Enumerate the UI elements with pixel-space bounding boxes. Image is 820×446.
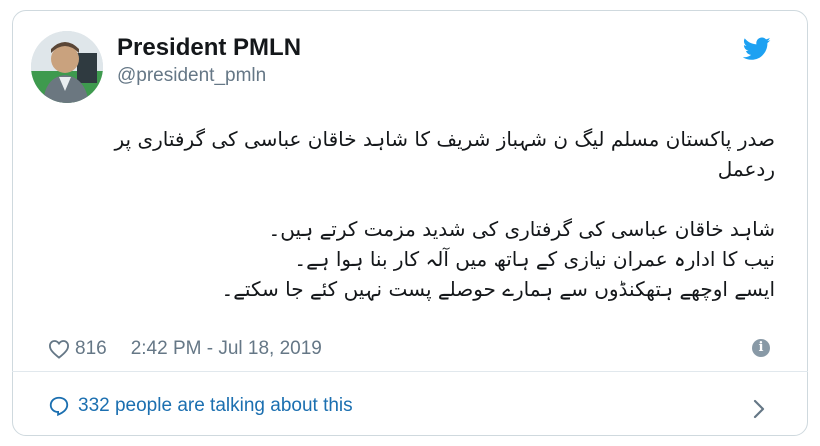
chevron-right-icon[interactable]: [752, 399, 766, 419]
author-handle[interactable]: @president_pmln: [117, 65, 266, 87]
timestamp[interactable]: 2:42 PM - Jul 18, 2019: [131, 338, 322, 360]
info-icon[interactable]: i: [752, 339, 770, 357]
twitter-bird-icon[interactable]: [743, 37, 771, 61]
conversation-link[interactable]: 332 people are talking about this: [48, 395, 353, 417]
author-name[interactable]: President PMLN: [117, 34, 301, 62]
heart-icon[interactable]: [48, 339, 70, 359]
divider: [12, 371, 808, 372]
tweet-text: صدر پاکستان مسلم لیگ ن شہباز شریف کا شاہ…: [114, 127, 775, 301]
like-count[interactable]: 816: [75, 338, 107, 360]
comment-icon: [49, 396, 69, 417]
avatar[interactable]: [31, 31, 103, 103]
conversation-label[interactable]: 332 people are talking about this: [78, 395, 353, 417]
tweet-meta: 816 2:42 PM - Jul 18, 2019: [48, 336, 322, 362]
